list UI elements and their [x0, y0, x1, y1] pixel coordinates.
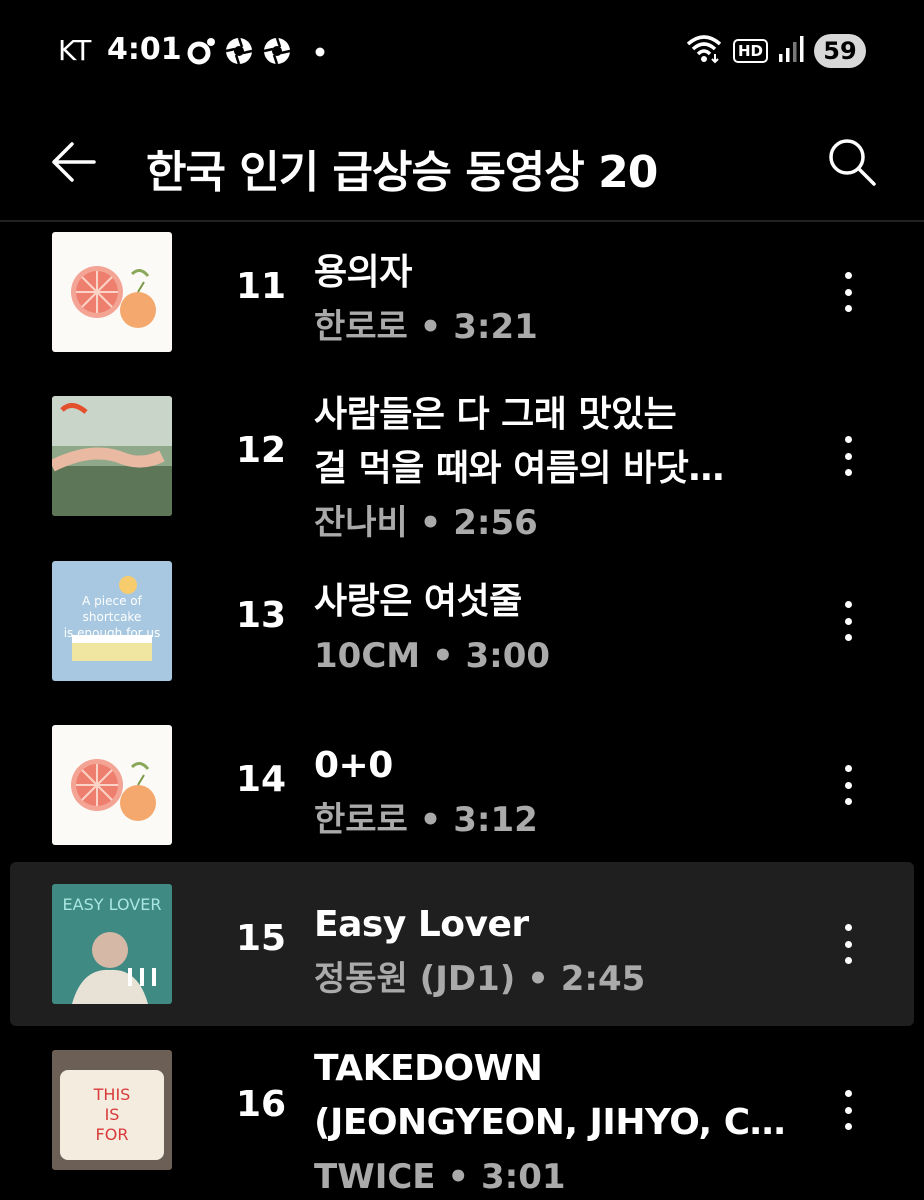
circle-notification-icon [186, 36, 216, 70]
track-rank: 14 [236, 759, 287, 800]
status-bar: KT 4:01 HD 59 [0, 0, 924, 110]
more-vert-icon [844, 436, 852, 443]
more-vert-icon [844, 924, 852, 931]
track-row[interactable]: THIS IS FOR 16 TAKEDOWN (JEONGYEON, JIHYO… [10, 1028, 914, 1197]
more-notifications-dot-icon [300, 36, 330, 70]
track-title: 사람들은 다 그래 맛있는 [314, 394, 677, 435]
album-art-text: A piece of [82, 594, 142, 608]
more-vert-icon [844, 601, 852, 608]
track-rank: 12 [236, 430, 287, 471]
track-info: 사람들은 다 그래 맛있는걸 먹을 때와 여름의 바닷… 잔나비 • 2:56 [314, 388, 794, 550]
track-artist: TWICE [314, 1157, 436, 1197]
album-art-text: EASY LOVER [63, 895, 162, 914]
track-meta: 한로로 • 3:12 [314, 793, 794, 847]
track-row[interactable]: A piece of shortcake is enough for us 13… [10, 539, 914, 703]
more-vert-icon [844, 272, 852, 279]
search-icon [829, 139, 876, 186]
battery-indicator: 59 [814, 34, 866, 68]
track-info: Easy Lover 정동원 (JD1) • 2:45 [314, 898, 794, 1006]
track-title: 용의자 [314, 252, 412, 293]
track-artist: 한로로 [314, 307, 408, 347]
more-options-button[interactable] [836, 765, 860, 805]
track-list: 11 용의자 한로로 • 3:21 12 사람들은 다 그래 맛있는걸 먹을 때… [0, 222, 924, 1200]
track-rank: 15 [236, 918, 287, 959]
more-options-button[interactable] [836, 436, 860, 476]
more-vert-icon [844, 765, 852, 772]
album-art-text: is enough for us [64, 626, 161, 640]
track-info: TAKEDOWN (JEONGYEON, JIHYO, C… TWICE • 3:… [314, 1042, 794, 1200]
track-rank: 16 [236, 1084, 287, 1125]
wifi-icon [685, 34, 723, 68]
separator: • [407, 307, 454, 347]
track-row[interactable]: 14 0+0 한로로 • 3:12 [10, 703, 914, 867]
more-options-button[interactable] [836, 924, 860, 964]
back-button[interactable] [48, 136, 100, 188]
track-artist: 10CM [314, 636, 421, 676]
track-title: TAKEDOWN [314, 1048, 543, 1089]
track-duration: 3:00 [465, 636, 551, 676]
track-info: 0+0 한로로 • 3:12 [314, 739, 794, 847]
carrier-label: KT [58, 34, 92, 67]
separator: • [435, 1157, 481, 1197]
aperture-icon [262, 36, 292, 70]
separator: • [407, 503, 454, 543]
notification-icons [186, 36, 330, 70]
separator: • [407, 800, 454, 840]
track-info: 용의자 한로로 • 3:21 [314, 246, 794, 354]
album-art-text: IS [105, 1105, 120, 1124]
track-rank: 13 [236, 595, 287, 636]
separator: • [515, 959, 561, 999]
status-icons: HD 59 [685, 34, 866, 68]
track-duration: 3:01 [480, 1157, 566, 1197]
track-rank: 11 [236, 266, 287, 307]
track-row[interactable]: 12 사람들은 다 그래 맛있는걸 먹을 때와 여름의 바닷… 잔나비 • 2:… [10, 374, 914, 543]
track-title: 사랑은 여섯줄 [314, 581, 522, 622]
album-art-text: shortcake [83, 610, 142, 624]
signal-icon [778, 34, 804, 68]
track-row-playing[interactable]: EASY LOVER 15 Easy Lover 정동원 (JD1) • 2:4… [10, 862, 914, 1026]
track-info: 사랑은 여섯줄 10CM • 3:00 [314, 575, 794, 683]
search-button[interactable] [826, 136, 878, 188]
album-art-text: FOR [96, 1125, 129, 1144]
more-options-button[interactable] [836, 272, 860, 312]
album-art [52, 396, 172, 516]
track-meta: 10CM • 3:00 [314, 629, 794, 683]
track-meta: 한로로 • 3:21 [314, 300, 794, 354]
album-art: THIS IS FOR [52, 1050, 172, 1170]
album-art: A piece of shortcake is enough for us [52, 561, 172, 681]
track-title: (JEONGYEON, JIHYO, C… [314, 1102, 786, 1143]
hd-voice-badge: HD [732, 39, 768, 63]
more-options-button[interactable] [836, 601, 860, 641]
page-title: 한국 인기 급상승 동영상 20 [146, 147, 658, 198]
track-artist: 한로로 [314, 800, 408, 840]
aperture-icon [224, 36, 254, 70]
track-duration: 3:12 [453, 800, 538, 840]
track-row[interactable]: 11 용의자 한로로 • 3:21 [10, 222, 914, 374]
track-title: 0+0 [314, 745, 393, 786]
separator: • [420, 636, 466, 676]
album-art [52, 725, 172, 845]
app-header: 한국 인기 급상승 동영상 20 [0, 110, 924, 222]
track-meta: 정동원 (JD1) • 2:45 [314, 952, 794, 1006]
track-duration: 3:21 [453, 307, 538, 347]
track-artist: 정동원 (JD1) [314, 959, 516, 999]
clock: 4:01 [107, 32, 182, 67]
more-options-button[interactable] [836, 1090, 860, 1130]
track-meta: TWICE • 3:01 [314, 1150, 794, 1200]
more-vert-icon [844, 1090, 852, 1097]
track-title: Easy Lover [314, 904, 529, 945]
arrow-left-icon [52, 142, 96, 182]
track-duration: 2:45 [560, 959, 646, 999]
track-title: 걸 먹을 때와 여름의 바닷… [314, 448, 724, 489]
album-art-text: THIS [93, 1085, 131, 1104]
track-duration: 2:56 [453, 503, 538, 543]
album-art [52, 232, 172, 352]
track-artist: 잔나비 [314, 503, 408, 543]
album-art: EASY LOVER [52, 884, 172, 1004]
